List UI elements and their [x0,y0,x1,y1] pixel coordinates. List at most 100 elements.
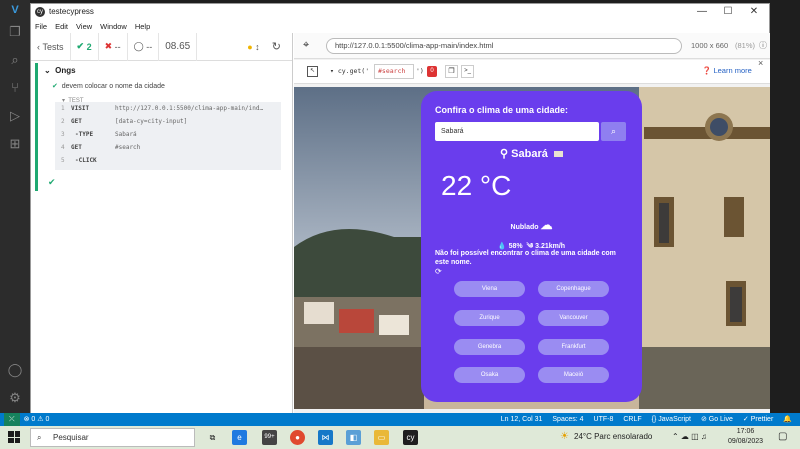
failed-count: ✖ -- [99,32,128,61]
problems-count[interactable]: ⊗ 0 ⚠ 0 [24,413,50,426]
explorer-icon[interactable]: ❐ [7,24,23,40]
suggestion-zurique[interactable]: Zurique [454,310,525,326]
search-icon[interactable]: ⌕ [7,52,23,68]
mail-icon[interactable]: 99+ [262,430,277,445]
vscode-status-bar: ⤫ ⊗ 0 ⚠ 0 Ln 12, Col 31 Spaces: 4 UTF-8 … [0,413,800,426]
indentation[interactable]: Spaces: 4 [552,413,583,426]
close-playground-icon[interactable]: × [758,58,763,68]
search-label: Pesquisar [53,433,89,442]
vscode-taskbar-icon[interactable]: ⋈ [318,430,333,445]
menu-help[interactable]: Help [135,22,150,31]
card-heading: Confira o clima de uma cidade: [435,105,569,115]
language-mode[interactable]: {} JavaScript [652,413,691,426]
suggestion-osaka[interactable]: Osaka [454,367,525,383]
line-ending[interactable]: CRLF [623,413,641,426]
account-icon[interactable]: ◯ [7,362,23,378]
maximize-button[interactable]: ☐ [715,4,741,19]
search-icon: ⌕ [610,126,617,136]
suggestion-viena[interactable]: Viena [454,281,525,297]
passed-check-icon: ✔ [52,83,60,90]
suggestion-maceio[interactable]: Maceió [538,367,609,383]
zoom-level: (81%) [735,41,756,50]
command-number: 3 [61,131,65,138]
clock[interactable]: 17:06 09/08/2023 [728,427,763,447]
passed-count: ✔ 2 [71,32,99,61]
cursor-position[interactable]: Ln 12, Col 31 [501,413,543,426]
extensions-icon[interactable]: ⊞ [7,136,23,152]
chrome-icon[interactable]: ● [290,430,305,445]
x-icon: ✖ [104,41,115,51]
app-icon[interactable]: ◧ [346,430,361,445]
system-tray-icons[interactable]: ⌃ ☁ ◫ ♫ [672,432,707,441]
learn-more-link[interactable]: ❓ Learn more [702,66,752,75]
minimize-button[interactable]: — [689,4,715,19]
selector-method[interactable]: ▾ cy.get(' [330,67,369,75]
menu-file[interactable]: File [35,22,47,31]
city-input[interactable]: Sabará [435,122,599,141]
element-picker-icon[interactable]: ↖ [307,66,318,77]
menu-view[interactable]: View [76,22,92,31]
search-button[interactable]: ⌕ [601,122,626,141]
remote-indicator-icon[interactable]: ⤫ [4,413,20,426]
app-under-test-panel: ⌖ http://127.0.0.1:5500/clima-app-main/i… [294,33,770,418]
start-button[interactable] [8,431,20,443]
command-name: GET [71,144,82,151]
clock-date: 09/08/2023 [728,438,764,445]
source-control-icon[interactable]: ⑂ [7,80,23,96]
search-icon: ⌕ [37,433,42,442]
passed-value: 2 [86,41,92,52]
task-view-icon[interactable]: ⧉ [205,430,220,445]
encoding[interactable]: UTF-8 [594,413,614,426]
prettier-status[interactable]: ✓ Prettier [743,413,773,426]
title-bar: cy testecypress — ☐ ✕ [31,4,769,19]
command-row[interactable]: 3 -TYPE Sabará [55,128,281,141]
run-debug-icon[interactable]: ▷ [7,108,23,124]
file-explorer-icon[interactable]: ▭ [374,430,389,445]
tests-back-button[interactable]: ‹ Tests [31,32,71,61]
selector-playground-icon[interactable]: ⌖ [303,39,309,52]
selector-input[interactable]: #search [374,64,414,79]
map-pin-icon: ⚲ [500,148,512,160]
suggestion-genebra[interactable]: Genebra [454,339,525,355]
suite-name: Ongs [55,66,76,75]
running-status-icon: ● ↕ [247,41,260,52]
reporter-header: ‹ Tests ✔ 2 ✖ -- ◯ -- 08.65 ● ↕ ↻ [31,32,292,61]
suggestion-frankfurt[interactable]: Frankfurt [538,339,609,355]
go-live-button[interactable]: ⊘ Go Live [701,413,733,426]
notifications-bell-icon[interactable]: 🔔 [783,413,792,426]
rerun-icon[interactable]: ↻ [266,33,287,61]
test-title-row[interactable]: ✔ devem colocar o nome da cidade [52,82,165,90]
learn-more-text: Learn more [713,66,752,75]
taskbar-search-box[interactable]: ⌕ Pesquisar [30,428,195,447]
weather-description-row: Nublado ☁ [421,218,642,232]
check-icon: ✔ [76,41,87,51]
command-row[interactable]: 1 VISIT http://127.0.0.1:5500/clima-app-… [55,102,281,115]
selector-prefix: cy.get(' [337,67,370,75]
command-message: [data-cy=city-input] [115,118,188,125]
command-row[interactable]: 4 GET #search [55,141,281,154]
notification-center-icon[interactable]: ▢ [778,431,787,442]
weather-status[interactable]: 24°C Parc ensolarado [574,432,652,441]
console-print-icon[interactable]: >_ [461,65,474,78]
tests-label: Tests [42,41,64,52]
info-icon[interactable]: ⓘ [759,40,767,51]
suite-title[interactable]: ⌄ Ongs [44,66,76,75]
cloud-icon: ☁ [540,218,553,232]
selector-suffix: ') [416,67,424,75]
command-row[interactable]: 2 GET [data-cy=city-input] [55,115,281,128]
url-field[interactable]: http://127.0.0.1:5500/clima-app-main/ind… [326,38,682,54]
command-row[interactable]: 5 -CLICK [55,154,281,167]
settings-gear-icon[interactable]: ⚙ [7,390,23,406]
command-log: 1 VISIT http://127.0.0.1:5500/clima-app-… [55,102,281,170]
suggestion-copenhague[interactable]: Copenhague [538,281,609,297]
menu-window[interactable]: Window [100,22,127,31]
close-button[interactable]: ✕ [741,4,767,19]
cypress-taskbar-icon[interactable]: cy [403,430,418,445]
match-count-badge: 0 [427,66,437,77]
menu-edit[interactable]: Edit [55,22,68,31]
suggestion-vancouver[interactable]: Vancouver [538,310,609,326]
failed-value: -- [114,41,121,52]
edge-icon[interactable]: e [232,430,247,445]
command-message: http://127.0.0.1:5500/clima-app-main/ind… [115,105,264,112]
copy-icon[interactable]: ❐ [445,65,458,78]
